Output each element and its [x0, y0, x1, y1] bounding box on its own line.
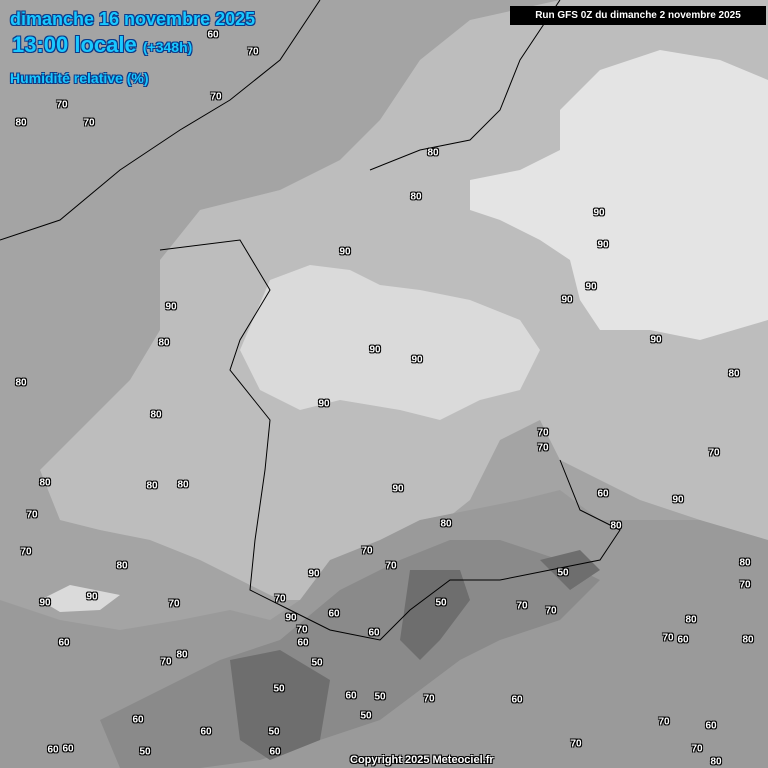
contour-label: 70 — [160, 656, 172, 668]
contour-label: 90 — [597, 239, 609, 251]
contour-label: 50 — [374, 691, 386, 703]
contour-label: 80 — [610, 520, 622, 532]
contour-label: 60 — [597, 488, 609, 500]
contour-label: 60 — [345, 690, 357, 702]
contour-label: 50 — [273, 683, 285, 695]
contour-label: 80 — [116, 560, 128, 572]
contour-label: 50 — [557, 567, 569, 579]
contour-label: 70 — [274, 593, 286, 605]
forecast-time: 13:00 locale (+348h) — [12, 32, 192, 58]
parameter-title: Humidité relative (%) — [10, 70, 149, 86]
contour-label: 70 — [296, 624, 308, 636]
contour-label: 70 — [739, 579, 751, 591]
contour-label: 50 — [435, 597, 447, 609]
contour-label: 70 — [691, 743, 703, 755]
contour-label: 60 — [328, 608, 340, 620]
contour-label: 60 — [269, 746, 281, 758]
weather-map: 60 70 70 80 70 70 80 80 90 90 90 90 80 90 90 90 90 90 80 80… — [0, 0, 768, 768]
contour-label: 50 — [360, 710, 372, 722]
contour-label: 90 — [86, 591, 98, 603]
contour-label: 60 — [297, 637, 309, 649]
contour-label: 90 — [392, 483, 404, 495]
contour-label: 80 — [685, 614, 697, 626]
contour-label: 90 — [411, 354, 423, 366]
contour-label: 90 — [339, 246, 351, 258]
contour-label: 90 — [285, 612, 297, 624]
lead-time: (+348h) — [142, 39, 193, 55]
contour-label: 60 — [58, 637, 70, 649]
local-time: 13:00 locale — [12, 32, 137, 57]
contour-label: 90 — [672, 494, 684, 506]
contour-label: 70 — [516, 600, 528, 612]
contour-label: 90 — [165, 301, 177, 313]
contour-label: 50 — [139, 746, 151, 758]
contour-label: 90 — [585, 281, 597, 293]
contour-label: 80 — [410, 191, 422, 203]
contour-label: 70 — [385, 560, 397, 572]
contour-label: 70 — [662, 632, 674, 644]
contour-label: 60 — [511, 694, 523, 706]
contour-label: 70 — [56, 99, 68, 111]
contour-label: 60 — [132, 714, 144, 726]
contour-label: 80 — [427, 147, 439, 159]
contour-label: 70 — [247, 46, 259, 58]
contour-label: 70 — [570, 738, 582, 750]
contour-label: 80 — [742, 634, 754, 646]
contour-label: 80 — [39, 477, 51, 489]
humidity-map-canvas — [0, 0, 768, 768]
contour-label: 60 — [368, 627, 380, 639]
contour-label: 90 — [39, 597, 51, 609]
contour-label: 90 — [369, 344, 381, 356]
contour-label: 50 — [268, 726, 280, 738]
contour-label: 60 — [47, 744, 59, 756]
contour-label: 80 — [158, 337, 170, 349]
contour-label: 60 — [207, 29, 219, 41]
contour-label: 70 — [210, 91, 222, 103]
contour-label: 60 — [677, 634, 689, 646]
contour-label: 90 — [593, 207, 605, 219]
forecast-date: dimanche 16 novembre 2025 — [10, 9, 256, 29]
contour-label: 70 — [545, 605, 557, 617]
contour-label: 60 — [200, 726, 212, 738]
contour-label: 80 — [15, 117, 27, 129]
contour-label: 70 — [83, 117, 95, 129]
contour-label: 80 — [150, 409, 162, 421]
contour-label: 70 — [537, 427, 549, 439]
contour-label: 70 — [168, 598, 180, 610]
contour-label: 70 — [26, 509, 38, 521]
contour-label: 80 — [710, 756, 722, 768]
contour-label: 80 — [146, 480, 158, 492]
contour-label: 90 — [318, 398, 330, 410]
contour-label: 60 — [62, 743, 74, 755]
contour-label: 90 — [561, 294, 573, 306]
contour-label: 80 — [177, 479, 189, 491]
contour-label: 80 — [728, 368, 740, 380]
contour-label: 90 — [650, 334, 662, 346]
contour-label: 50 — [311, 657, 323, 669]
contour-label: 70 — [708, 447, 720, 459]
copyright: Copyright 2025 Meteociel.fr — [350, 754, 494, 766]
contour-label: 70 — [537, 442, 549, 454]
contour-label: 80 — [440, 518, 452, 530]
run-info: Run GFS 0Z du dimanche 2 novembre 2025 — [510, 6, 766, 25]
contour-label: 80 — [739, 557, 751, 569]
contour-label: 80 — [176, 649, 188, 661]
contour-label: 70 — [361, 545, 373, 557]
contour-label: 90 — [308, 568, 320, 580]
contour-label: 70 — [423, 693, 435, 705]
contour-label: 80 — [15, 377, 27, 389]
contour-label: 60 — [705, 720, 717, 732]
contour-label: 70 — [658, 716, 670, 728]
contour-label: 70 — [20, 546, 32, 558]
